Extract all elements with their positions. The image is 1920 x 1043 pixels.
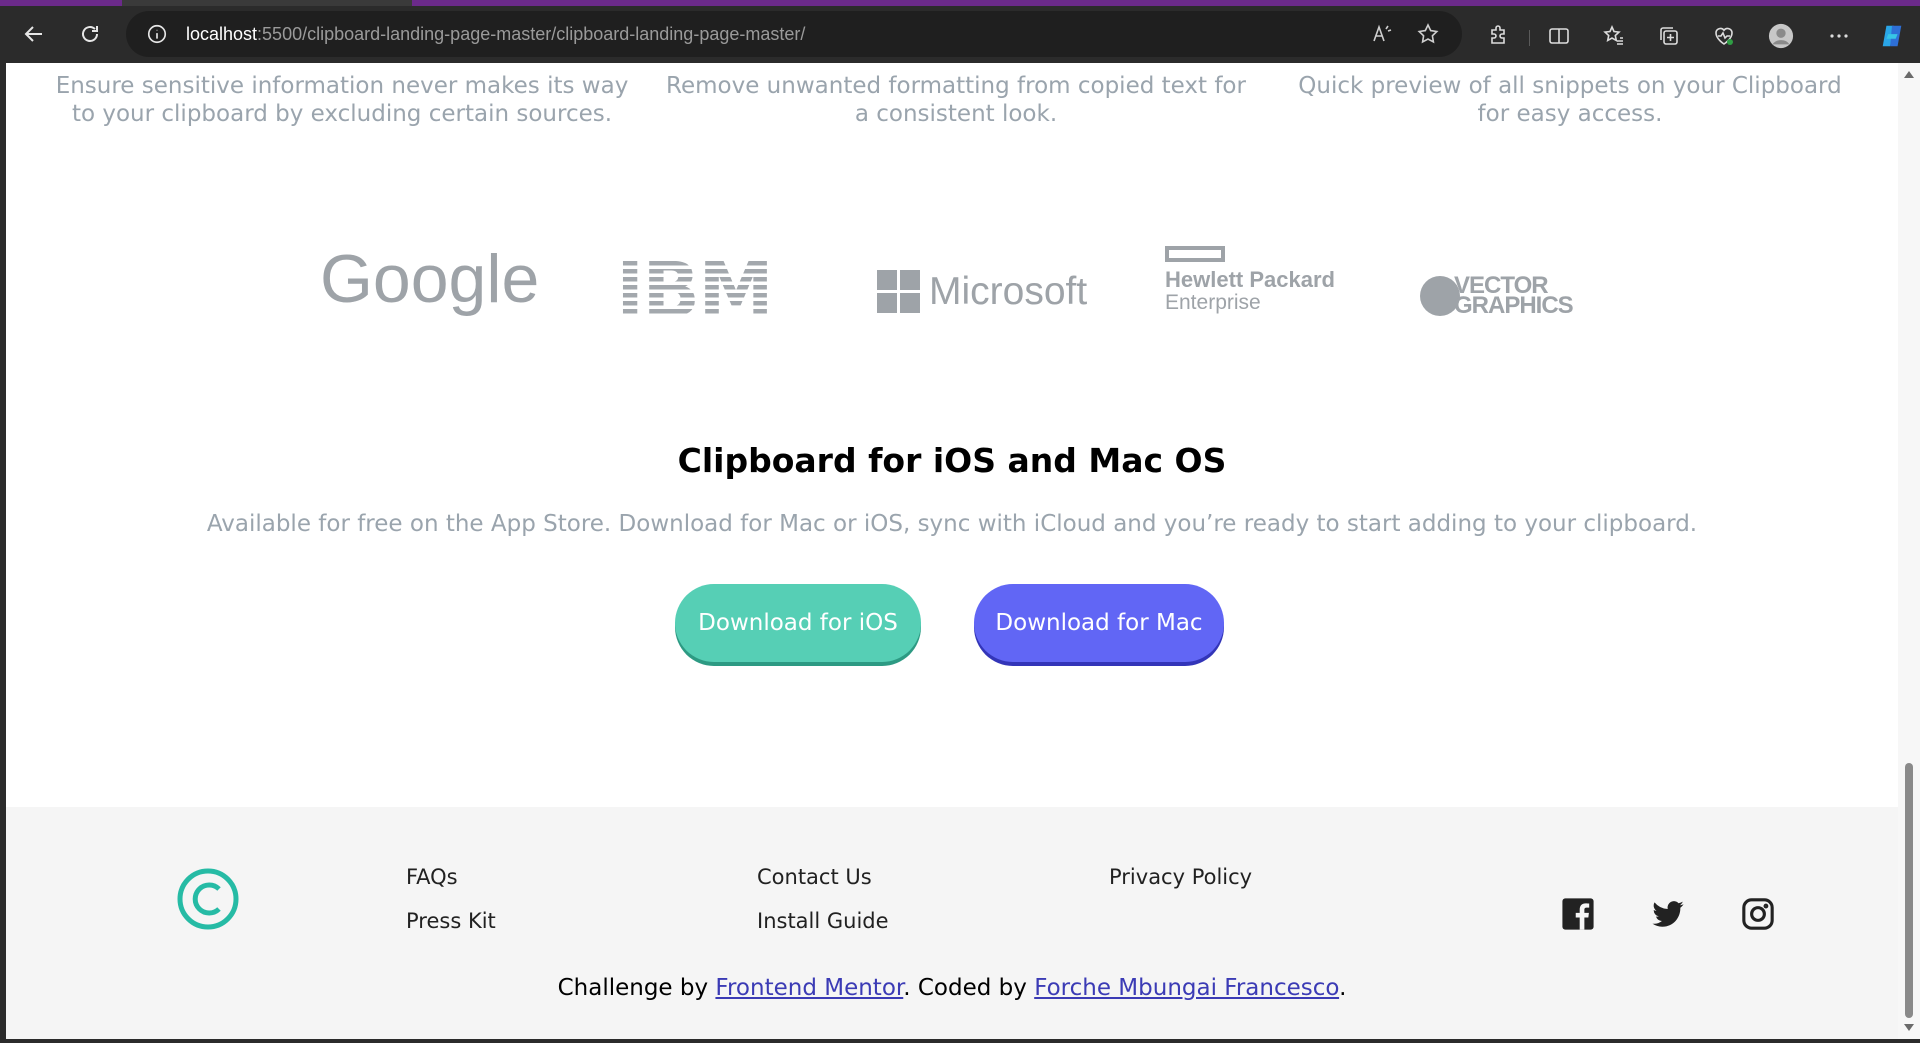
refresh-icon (82, 26, 98, 42)
microsoft-logo: Microsoft (877, 270, 1087, 314)
info-icon[interactable] (146, 23, 168, 45)
extensions-button[interactable] (1486, 23, 1512, 49)
page-viewport: Ensure sensitive information never makes… (6, 63, 1898, 1039)
copilot-button[interactable] (1879, 23, 1905, 49)
hpe-logo: Hewlett Packard Enterprise (1165, 246, 1335, 314)
feature-text-plain-text: Remove unwanted formatting from copied t… (666, 73, 1246, 127)
extensions-icon (1491, 25, 1505, 44)
attribution: Challenge by Frontend Mentor. Coded by F… (6, 975, 1898, 1001)
feature-text-quick-preview: Quick preview of all snippets on your Cl… (1298, 73, 1842, 127)
favorite-star-icon[interactable] (1416, 22, 1440, 46)
copilot-icon (1882, 25, 1902, 47)
split-screen-icon (1549, 28, 1569, 44)
collections-icon (1660, 27, 1678, 45)
facebook-icon[interactable] (1561, 897, 1595, 931)
google-logo: Google (320, 241, 540, 317)
footer: FAQs Press Kit Contact Us Install Guide … (6, 807, 1898, 1039)
attribution-middle: . Coded by (903, 975, 1035, 1001)
health-icon (1715, 27, 1733, 45)
ibm-logo: IBM (616, 253, 774, 323)
feature-text-blacklist: Ensure sensitive information never makes… (55, 73, 629, 127)
refresh-button[interactable] (70, 14, 110, 54)
download-mac-button[interactable]: Download for Mac (974, 584, 1224, 662)
url-path: :5500/clipboard-landing-page-master/clip… (257, 24, 806, 44)
download-ios-button[interactable]: Download for iOS (675, 584, 921, 662)
cta-title: Clipboard for iOS and Mac OS (677, 441, 1227, 480)
scrollbar-thumb[interactable] (1905, 763, 1913, 1018)
footer-link-privacy-policy[interactable]: Privacy Policy (1109, 865, 1252, 889)
footer-link-press-kit[interactable]: Press Kit (406, 909, 496, 933)
vector-logo-line2: GRAPHICS (1454, 292, 1574, 319)
more-button[interactable] (1826, 23, 1852, 49)
scroll-up-arrow-icon[interactable] (1904, 71, 1914, 78)
back-button[interactable] (14, 14, 54, 54)
url-host: localhost (186, 24, 258, 44)
footer-link-contact-us[interactable]: Contact Us (757, 865, 872, 889)
instagram-icon[interactable] (1741, 897, 1775, 931)
split-screen-button[interactable] (1546, 23, 1572, 49)
scroll-down-arrow-icon[interactable] (1904, 1024, 1914, 1031)
microsoft-logo-text: Microsoft (929, 270, 1088, 313)
favorites-button[interactable] (1601, 23, 1627, 49)
author-link[interactable]: Forche Mbungai Francesco (1034, 975, 1339, 1001)
twitter-icon[interactable] (1651, 897, 1685, 931)
attribution-suffix: . (1339, 975, 1347, 1001)
collections-button[interactable] (1656, 23, 1682, 49)
hpe-logo-line1: Hewlett Packard (1165, 267, 1335, 292)
read-aloud-icon[interactable] (1370, 22, 1394, 46)
attribution-prefix: Challenge by (557, 975, 716, 1001)
toolbar-separator (1529, 30, 1530, 46)
hpe-logo-line2: Enterprise (1165, 291, 1261, 314)
footer-link-install-guide[interactable]: Install Guide (757, 909, 889, 933)
profile-button[interactable] (1768, 23, 1794, 49)
browser-toolbar: localhost:5500/clipboard-landing-page-ma… (0, 6, 1920, 62)
footer-link-faqs[interactable]: FAQs (406, 865, 458, 889)
health-button[interactable] (1711, 23, 1737, 49)
ibm-logo-text: IBM (616, 253, 772, 323)
page-scrollbar[interactable] (1898, 63, 1920, 1039)
cta-description: Available for free on the App Store. Dow… (206, 511, 1698, 537)
frontend-mentor-link[interactable]: Frontend Mentor (715, 975, 903, 1001)
vector-graphics-logo: VECTOR GRAPHICS (1420, 274, 1574, 319)
url-text[interactable]: localhost:5500/clipboard-landing-page-ma… (186, 24, 805, 45)
hpe-rectangle-icon (1165, 246, 1225, 262)
favorites-icon (1603, 25, 1623, 45)
more-icon (1830, 34, 1848, 38)
microsoft-squares-icon (877, 270, 920, 313)
clipboard-logo-icon[interactable] (176, 867, 240, 931)
back-icon (24, 26, 42, 42)
profile-icon (1768, 23, 1794, 49)
address-bar[interactable]: localhost:5500/clipboard-landing-page-ma… (126, 11, 1462, 57)
